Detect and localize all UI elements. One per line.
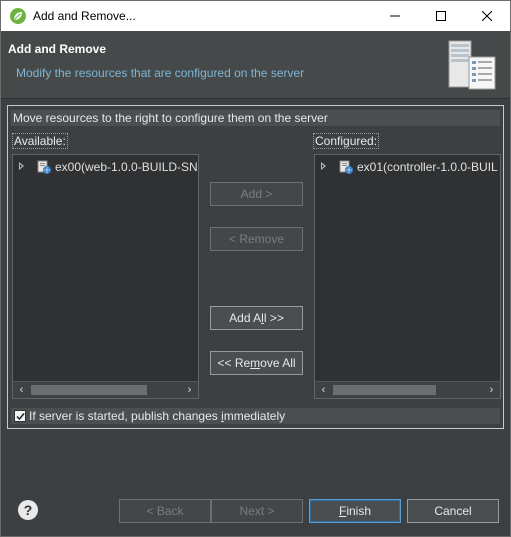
- available-label: Available:: [12, 133, 68, 149]
- module-label: ex01(controller-1.0.0-BUIL: [357, 160, 498, 174]
- window-title: Add and Remove...: [33, 9, 136, 23]
- tree-item[interactable]: ex00(web-1.0.0-BUILD-SN: [13, 159, 198, 175]
- cancel-button[interactable]: Cancel: [407, 499, 499, 523]
- available-tree[interactable]: ex00(web-1.0.0-BUILD-SN ‹ ›: [12, 154, 199, 399]
- server-icon: [448, 40, 496, 90]
- horizontal-scrollbar[interactable]: ‹ ›: [13, 381, 198, 398]
- spring-leaf-icon: [10, 8, 26, 24]
- remove-all-mnemonic: m: [250, 356, 261, 370]
- add-remove-dialog: Add and Remove... Add and Remove Modify …: [0, 0, 511, 537]
- scroll-left-icon[interactable]: ‹: [315, 382, 332, 398]
- next-button[interactable]: Next >: [211, 499, 303, 523]
- add-button[interactable]: Add >: [210, 182, 303, 206]
- scroll-left-icon[interactable]: ‹: [13, 382, 30, 398]
- configured-label: Configured:: [313, 133, 380, 149]
- minimize-button[interactable]: [372, 1, 418, 31]
- maximize-button[interactable]: [418, 1, 464, 31]
- back-button[interactable]: < Back: [119, 499, 211, 523]
- remove-all-label-post: ove All: [260, 356, 296, 370]
- publish-option-row[interactable]: If server is started, publish changes im…: [11, 408, 500, 424]
- horizontal-scrollbar[interactable]: ‹ ›: [315, 381, 500, 398]
- wizard-banner: Add and Remove Modify the resources that…: [1, 31, 510, 99]
- close-icon: [482, 11, 492, 21]
- web-module-icon: [37, 160, 51, 174]
- checkmark-icon: [16, 413, 25, 421]
- expand-arrow-icon[interactable]: [321, 162, 326, 170]
- scroll-thumb[interactable]: [333, 385, 436, 395]
- scroll-thumb[interactable]: [31, 385, 147, 395]
- web-module-icon: [339, 160, 353, 174]
- publish-checkbox-label: If server is started, publish changes im…: [29, 409, 285, 423]
- maximize-icon: [436, 11, 446, 21]
- minimize-icon: [390, 15, 400, 17]
- finish-label-rest: inish: [346, 504, 372, 518]
- close-button[interactable]: [464, 1, 510, 31]
- expand-arrow-icon[interactable]: [19, 162, 24, 170]
- add-all-label-post: l >>: [263, 311, 284, 325]
- instruction-text: Move resources to the right to configure…: [11, 110, 500, 126]
- scroll-right-icon[interactable]: ›: [181, 382, 198, 398]
- publish-label-pre: If server is started, publish changes: [29, 409, 222, 423]
- scroll-right-icon[interactable]: ›: [483, 382, 500, 398]
- configured-tree[interactable]: ex01(controller-1.0.0-BUIL ‹ ›: [314, 154, 501, 399]
- add-all-button[interactable]: Add All >>: [210, 306, 303, 330]
- banner-title: Add and Remove: [8, 42, 107, 56]
- add-all-label-pre: Add A: [229, 311, 262, 325]
- module-label: ex00(web-1.0.0-BUILD-SN: [55, 160, 198, 174]
- finish-button[interactable]: Finish: [309, 499, 401, 523]
- resources-panel: Move resources to the right to configure…: [7, 105, 504, 429]
- banner-description: Modify the resources that are configured…: [16, 66, 305, 80]
- publish-checkbox[interactable]: [14, 410, 26, 422]
- tree-item[interactable]: ex01(controller-1.0.0-BUIL: [315, 159, 500, 175]
- remove-all-label-pre: << Re: [217, 356, 251, 370]
- remove-all-button[interactable]: << Remove All: [210, 351, 303, 375]
- publish-label-post: mmediately: [223, 409, 286, 423]
- remove-button[interactable]: < Remove: [210, 227, 303, 251]
- help-icon[interactable]: ?: [18, 500, 38, 520]
- title-bar: Add and Remove...: [1, 1, 510, 31]
